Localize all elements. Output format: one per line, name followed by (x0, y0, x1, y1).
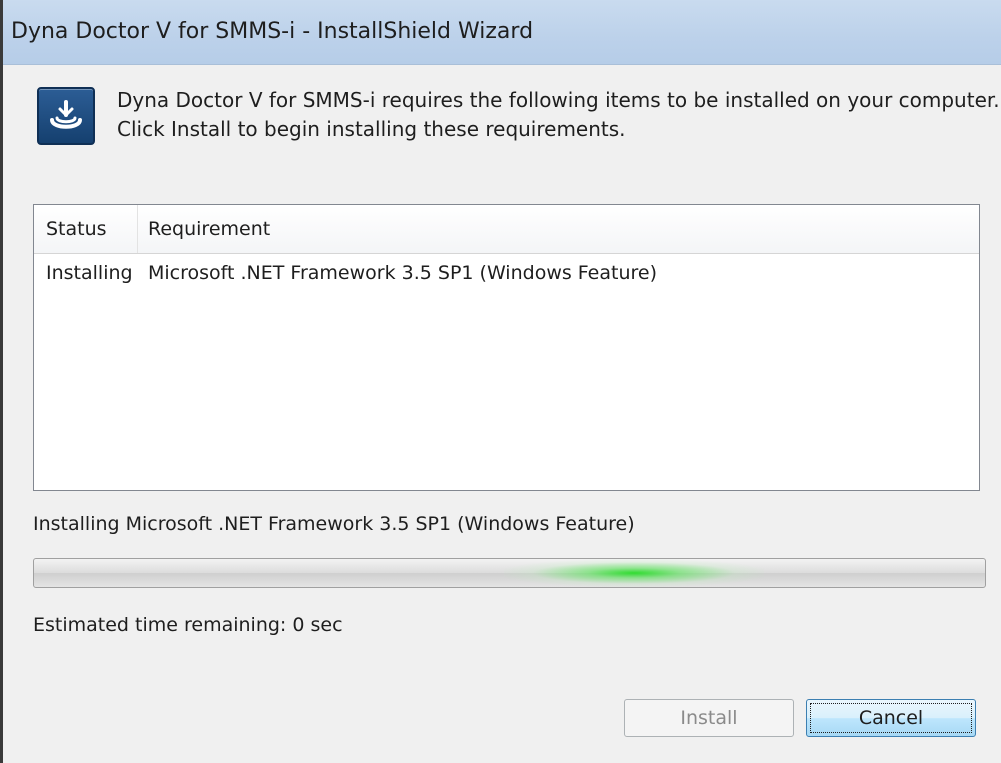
intro-text: Dyna Doctor V for SMMS-i requires the fo… (117, 86, 1000, 144)
intro-line-2: Click Install to begin installing these … (117, 117, 626, 141)
progress-bar (33, 558, 986, 588)
installshield-app-icon (37, 87, 95, 145)
list-header: Status Requirement (34, 205, 979, 254)
install-button[interactable]: Install (624, 699, 794, 737)
requirements-list[interactable]: Status Requirement Installing Microsoft … (33, 204, 980, 491)
table-row[interactable]: Installing Microsoft .NET Framework 3.5 … (34, 253, 979, 293)
cancel-button[interactable]: Cancel (806, 699, 976, 737)
row-requirement: Microsoft .NET Framework 3.5 SP1 (Window… (148, 262, 658, 284)
column-divider[interactable] (137, 205, 138, 253)
progress-glow-indicator (504, 559, 764, 587)
progress-status-text: Installing Microsoft .NET Framework 3.5 … (33, 513, 635, 535)
installer-window: Dyna Doctor V for SMMS-i - InstallShield… (0, 0, 1001, 763)
intro-line-1: Dyna Doctor V for SMMS-i requires the fo… (117, 88, 1000, 112)
title-bar[interactable]: Dyna Doctor V for SMMS-i - InstallShield… (0, 0, 1001, 65)
row-status: Installing (46, 262, 133, 284)
time-remaining-text: Estimated time remaining: 0 sec (33, 614, 343, 636)
window-title: Dyna Doctor V for SMMS-i - InstallShield… (11, 19, 534, 44)
column-header-status[interactable]: Status (46, 218, 107, 240)
column-header-requirement[interactable]: Requirement (148, 218, 270, 240)
cancel-button-label: Cancel (858, 707, 924, 729)
